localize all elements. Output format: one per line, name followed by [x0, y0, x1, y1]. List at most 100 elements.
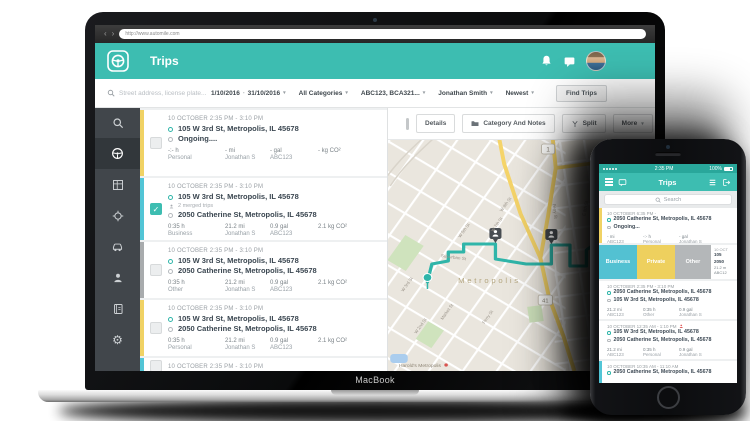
trip-time: 10 OCTOBER 2:35 PM - 3:10 PM	[168, 248, 264, 254]
avatar[interactable]	[586, 51, 606, 71]
chevron-down-icon: ▾	[641, 120, 644, 127]
laptop-base-notch	[331, 390, 419, 395]
svg-text:1: 1	[546, 147, 550, 154]
stat-distance: 21.2 mi	[225, 280, 245, 286]
trip-to-address: 105 W 3rd St, Metropolis, IL 45678	[613, 296, 699, 303]
browser-back-icon[interactable]: ‹	[104, 30, 107, 38]
trip-time: 10 OCTOBER 2:35 PM - 3:10 PM	[168, 184, 264, 190]
chevron-down-icon: ▾	[283, 90, 286, 96]
list-scrollbar-thumb[interactable]	[406, 118, 409, 130]
trip-to-address: 2050 Catherine St, Metropolis, IL 45678	[178, 266, 317, 275]
list-view-icon[interactable]	[708, 178, 717, 187]
category-business-button[interactable]: Business	[599, 245, 637, 279]
sidebar-item-dashboard[interactable]	[95, 169, 140, 200]
trip-from-address: 2050 Catherine St, Metropolis, IL 45678	[613, 369, 712, 375]
phone-trip-item[interactable]: 10 OCTOBER 2:35 PM - 3:10 PM 2050 Cather…	[599, 281, 737, 319]
trip-start-pin[interactable]	[422, 273, 433, 282]
stat-category: Other	[643, 311, 655, 317]
trip-list-item[interactable]: 10 OCTOBER 2:35 PM - 3:10 PM 105 W 3rd S…	[140, 110, 387, 176]
category-other-button[interactable]: Other	[675, 245, 711, 279]
stat-duration: 0:35 h	[168, 338, 185, 344]
more-label: More	[621, 120, 638, 127]
poi-marker-icon[interactable]	[444, 363, 448, 367]
sidebar-item-trips[interactable]	[95, 138, 140, 169]
vehicle-filter[interactable]: ABC123, BCA321... ▾	[361, 90, 425, 97]
stat-category: Other	[168, 287, 184, 293]
chevron-down-icon: ▾	[531, 90, 534, 96]
trip-checkbox[interactable]	[150, 264, 162, 276]
chat-icon[interactable]	[563, 55, 576, 68]
split-button[interactable]: Split	[561, 114, 606, 133]
stat-driver: Jonathan S	[679, 311, 702, 317]
search-placeholder: Street address, license plate...	[119, 89, 207, 97]
browser-forward-icon[interactable]: ›	[112, 30, 115, 38]
search-input[interactable]: Street address, license plate...	[107, 89, 211, 97]
stat-vehicle: ABC123	[270, 287, 293, 293]
folder-icon	[471, 121, 479, 126]
steering-wheel-icon	[112, 148, 123, 159]
phone-nav-bar: Trips	[599, 173, 737, 191]
notifications-bell-icon[interactable]	[540, 54, 553, 68]
sort-filter[interactable]: Newest ▾	[506, 90, 534, 97]
phone-search-input[interactable]: Search	[604, 194, 732, 205]
category-filter-value: All Categories	[298, 89, 343, 97]
filter-bar: Street address, license plate... 1/10/20…	[95, 79, 655, 108]
stat-vehicle: ABC12	[714, 270, 727, 275]
start-marker-icon	[607, 331, 611, 335]
stat-driver: Jonathan S	[225, 345, 256, 351]
phone-trip-item[interactable]: 10 OCTOBER 12:35 AM - 1:10 PM 105 W 3rd …	[599, 321, 737, 359]
phone-camera-dot	[666, 145, 670, 149]
stat-vehicle: ABC123	[607, 351, 624, 357]
sidebar-item-tracking[interactable]	[95, 200, 140, 231]
end-marker-icon	[607, 225, 611, 229]
trip-checkbox-checked[interactable]: ✓	[150, 203, 162, 215]
stat-driver: Jonathan S	[679, 238, 702, 244]
trip-list-item[interactable]: 10 OCTOBER 2:35 PM - 3:10 PM 105 W 3rd S…	[140, 300, 387, 356]
logout-icon[interactable]	[722, 178, 731, 187]
url-bar[interactable]: http://www.automile.com	[119, 29, 646, 39]
category-private-button[interactable]: Private	[637, 245, 675, 279]
trip-time: 10 OCTOBER 2:35 PM - 3:10 PM	[168, 306, 264, 312]
find-trips-button[interactable]: Find Trips	[555, 84, 607, 102]
sidebar-item-search[interactable]	[95, 108, 140, 138]
start-marker-icon	[168, 258, 173, 264]
phone-trip-item[interactable]: 10 OCTOBER 6:35 PM - 2050 Catherine St, …	[599, 208, 737, 243]
sidebar-item-contacts[interactable]	[95, 293, 140, 324]
person-icon	[113, 273, 122, 282]
phone-search-placeholder: Search	[663, 196, 682, 203]
trip-list-item[interactable]: 10 OCTOBER 2:35 PM - 3:10 PM 105 W 3rd S…	[140, 358, 387, 371]
trip-checkbox[interactable]	[150, 137, 162, 149]
trip-list-item-selected[interactable]: ✓ 10 OCTOBER 2:35 PM - 3:10 PM 105 W 3rd…	[140, 178, 387, 240]
trip-to-address: 2050 Catherine St, Metropolis, IL 45678	[178, 324, 317, 333]
sidebar-item-vehicles[interactable]	[95, 231, 140, 262]
sidebar-item-settings[interactable]: ⚙	[95, 324, 140, 355]
driver-filter[interactable]: Jonathan Smith ▾	[438, 90, 492, 97]
trip-to-address: 2050 Catherine St, Metropolis, IL 45678	[178, 210, 317, 219]
stat-duration: 0:35 h	[168, 280, 185, 286]
phone-trip-item[interactable]: 10 OCTOBER 10:35 AM - 11:10 AM 2050 Cath…	[599, 361, 737, 383]
swipe-category-row: Business Private Other 10 OCT 105 2050 2…	[599, 245, 737, 279]
swiped-trip-peek[interactable]: 10 OCT 105 2050 21.2 m ABC12	[711, 245, 737, 279]
stat-co2: 2.1 kg CO²	[318, 338, 348, 344]
laptop-frame: ‹ › http://www.automile.com Trips Street…	[85, 12, 665, 390]
stat-driver: Jonathan S	[225, 231, 256, 237]
sidebar-item-drivers[interactable]	[95, 262, 140, 293]
category-filter[interactable]: All Categories ▾	[299, 90, 348, 97]
trip-checkbox[interactable]	[150, 322, 162, 334]
end-marker-icon	[168, 212, 173, 218]
date-range-filter[interactable]: 1/10/2016 - 31/10/2016 ▾	[211, 90, 286, 97]
stat-co2: 2.1 kg CO²	[318, 280, 348, 286]
phone-home-button[interactable]	[656, 386, 680, 409]
category-and-notes-button[interactable]: Category And Notes	[462, 114, 555, 133]
more-button[interactable]: More ▾	[612, 114, 653, 133]
details-button[interactable]: Details	[416, 114, 456, 133]
phone-screen: 2:35 PM 100% Trips Search 10 OCTOBER 6:3…	[599, 164, 737, 383]
sidebar: ⚙	[95, 108, 140, 371]
menu-hamburger-icon[interactable]	[605, 178, 613, 186]
phone-search-area: Search	[599, 191, 737, 208]
chat-icon[interactable]	[618, 178, 627, 187]
trip-list-item[interactable]: 10 OCTOBER 2:35 PM - 3:10 PM 105 W 3rd S…	[140, 242, 387, 298]
trip-checkbox[interactable]	[150, 359, 162, 371]
app-logo[interactable]	[95, 49, 140, 73]
stat-duration: 0:35 h	[168, 224, 185, 230]
